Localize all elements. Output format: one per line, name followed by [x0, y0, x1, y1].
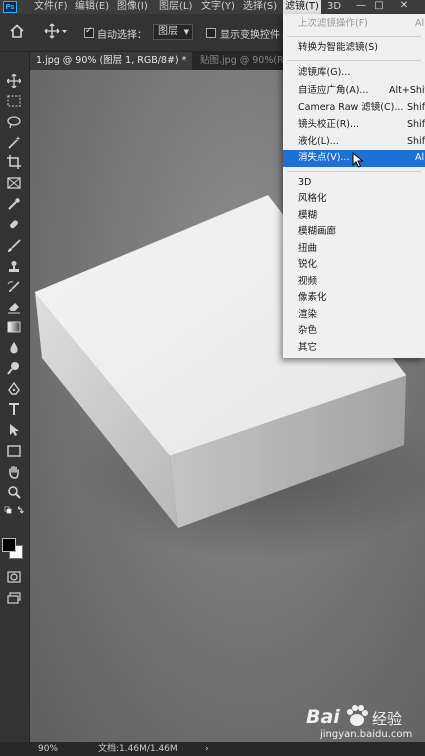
frame-tool-icon[interactable] — [4, 174, 24, 192]
menu-item-pixelate[interactable]: 像素化 — [283, 290, 425, 306]
marquee-tool-icon[interactable] — [4, 92, 24, 110]
menu-item-last-filter: 上次滤镜操作(F) Al — [298, 18, 425, 29]
type-tool-icon[interactable] — [4, 400, 24, 418]
history-brush-tool-icon[interactable] — [4, 278, 24, 296]
menu-separator — [287, 36, 421, 37]
screen-mode-icon[interactable] — [4, 589, 24, 607]
menu-separator — [287, 171, 421, 172]
menu-item-distort[interactable]: 扭曲 — [283, 241, 425, 257]
status-bar: 90% 文档:1.46M/1.46M › — [0, 742, 425, 756]
eraser-tool-icon[interactable] — [4, 298, 24, 316]
clone-stamp-tool-icon[interactable] — [4, 258, 24, 276]
menu-file[interactable]: 文件(F) — [34, 0, 68, 14]
move-tool-icon[interactable] — [4, 72, 24, 90]
menu-item-blur[interactable]: 模糊 — [283, 208, 425, 224]
menu-item-adaptive-wide-angle[interactable]: 自适应广角(A)... Alt+Shif — [283, 83, 425, 99]
menu-item-blur-gallery[interactable]: 模糊画廊 — [283, 224, 425, 240]
home-icon[interactable] — [9, 24, 25, 41]
menu-item-noise[interactable]: 杂色 — [283, 323, 425, 339]
menu-item-camera-raw[interactable]: Camera Raw 滤镜(C)... Shif — [283, 100, 425, 116]
path-selection-tool-icon[interactable] — [4, 421, 24, 439]
menu-edit[interactable]: 编辑(E) — [75, 0, 109, 14]
baidu-jingyan-watermark: Bai 经验 jingyan.baidu.com — [306, 704, 424, 744]
close-button[interactable]: ✕ — [395, 0, 413, 14]
menu-item-stylize[interactable]: 风格化 — [283, 191, 425, 207]
filter-menu-dropdown: 上次滤镜操作(F) Al 转换为智能滤镜(S) 滤镜库(G)... 自适应广角(A… — [283, 14, 425, 358]
menu-select[interactable]: 选择(S) — [243, 0, 277, 14]
quick-mask-icon[interactable] — [4, 568, 24, 586]
paw-icon — [344, 704, 370, 731]
menu-item-filter-gallery[interactable]: 滤镜库(G)... — [283, 65, 425, 81]
mouse-cursor-icon — [352, 151, 364, 171]
pen-tool-icon[interactable] — [4, 380, 24, 398]
menu-3d[interactable]: 3D — [327, 0, 341, 14]
menu-filter[interactable]: 滤镜(T) — [283, 0, 321, 14]
menu-item-lens-correction[interactable]: 镜头校正(R)... Shif — [283, 117, 425, 133]
menu-separator — [287, 60, 421, 61]
move-tool-preset-icon[interactable] — [44, 23, 68, 42]
tab-document-1[interactable]: 1.jpg @ 90% (图层 1, RGB/8#) * — [30, 52, 192, 70]
photoshop-logo: Ps — [3, 1, 17, 13]
eyedropper-tool-icon[interactable] — [4, 195, 24, 213]
menu-item-render[interactable]: 渲染 — [283, 307, 425, 323]
watermark-brand-cn: 经验 — [372, 710, 403, 728]
menu-image[interactable]: 图像(I) — [117, 0, 148, 14]
minimize-button[interactable]: — — [352, 0, 370, 14]
watermark-url: jingyan.baidu.com — [320, 729, 413, 740]
menu-item-other[interactable]: 其它 — [283, 340, 425, 356]
hand-tool-icon[interactable] — [4, 463, 24, 481]
auto-select-label: 自动选择： — [97, 30, 147, 41]
document-info: 文档:1.46M/1.46M — [98, 744, 178, 754]
layer-select-dropdown[interactable]: 图层 ▼ — [153, 24, 193, 40]
tools-panel — [0, 52, 30, 756]
blur-tool-icon[interactable] — [4, 339, 24, 357]
menu-item-video[interactable]: 视频 — [283, 274, 425, 290]
show-transform-checkbox[interactable] — [206, 28, 216, 38]
restore-button[interactable]: □ — [370, 0, 388, 14]
healing-brush-tool-icon[interactable] — [4, 216, 24, 234]
foreground-color-swatch[interactable] — [2, 538, 16, 552]
status-menu-arrow[interactable]: › — [205, 742, 209, 756]
menu-item-liquify[interactable]: 液化(L)... Shif — [283, 134, 425, 150]
menu-layer[interactable]: 图层(L) — [159, 0, 192, 14]
menu-item-sharpen[interactable]: 锐化 — [283, 257, 425, 273]
swap-colors-icon[interactable] — [4, 504, 24, 518]
layer-select-value: 图层 — [158, 26, 178, 37]
menu-bar: Ps 文件(F) 编辑(E) 图像(I) 图层(L) 文字(Y) 选择(S) 滤… — [0, 0, 425, 14]
magic-wand-tool-icon[interactable] — [4, 133, 24, 151]
zoom-tool-icon[interactable] — [4, 483, 24, 501]
gradient-tool-icon[interactable] — [4, 318, 24, 336]
crop-tool-icon[interactable] — [4, 153, 24, 171]
rectangle-tool-icon[interactable] — [4, 442, 24, 460]
lasso-tool-icon[interactable] — [4, 113, 24, 131]
menu-item-3d[interactable]: 3D — [283, 175, 425, 191]
menu-type[interactable]: 文字(Y) — [201, 0, 235, 14]
menu-item-convert-smart-filter[interactable]: 转换为智能滤镜(S) — [283, 40, 425, 56]
chevron-down-icon: ▼ — [183, 28, 189, 36]
show-transform-label: 显示变换控件 — [220, 30, 280, 41]
auto-select-checkbox[interactable] — [84, 26, 94, 38]
zoom-level[interactable]: 90% — [38, 742, 58, 756]
dodge-tool-icon[interactable] — [4, 359, 24, 377]
watermark-brand: Bai — [306, 706, 340, 728]
brush-tool-icon[interactable] — [4, 237, 24, 255]
